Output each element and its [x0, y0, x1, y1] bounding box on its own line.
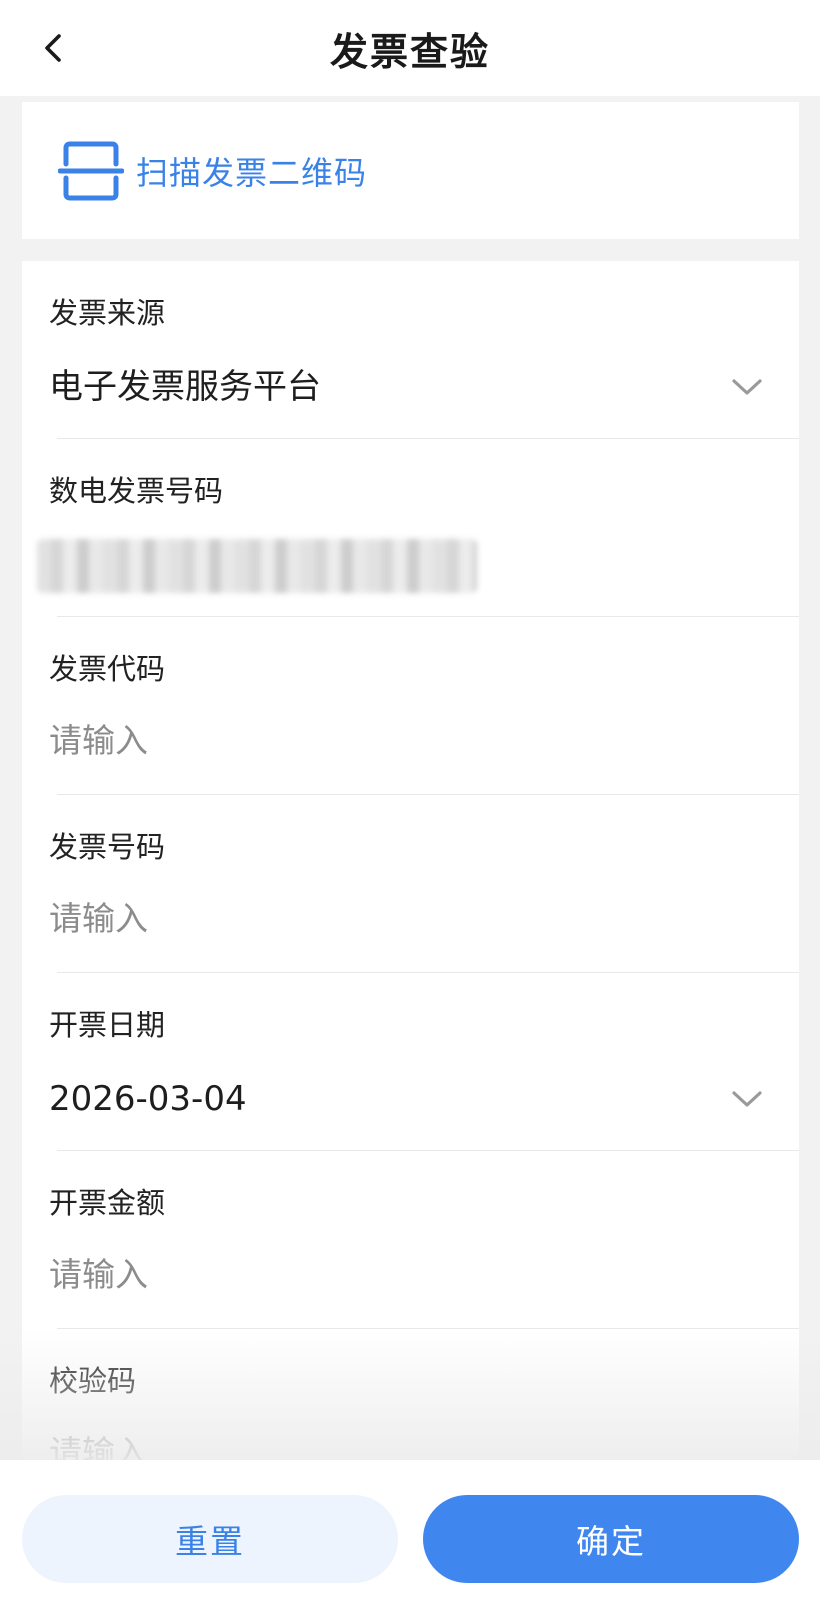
invoice-source-value: 电子发票服务平台 [49, 367, 321, 407]
invoice-verification-page: 发票查验 扫描发票二维码 发票来源 电子发票服务平台 数电发票号码 发票代码 请… [0, 0, 820, 1615]
field-invoice-amount: 开票金额 [22, 1151, 799, 1329]
invoice-form: 发票来源 电子发票服务平台 数电发票号码 发票代码 发票号码 开票日期 [22, 261, 799, 1475]
back-button[interactable] [26, 20, 82, 76]
scan-qr-label: 扫描发票二维码 [136, 153, 368, 192]
invoice-code-input[interactable] [49, 719, 689, 763]
field-invoice-number: 发票号码 [22, 795, 799, 973]
scan-qr-icon [58, 138, 124, 204]
field-label: 发票代码 [49, 652, 166, 686]
chevron-down-icon[interactable] [729, 369, 765, 405]
confirm-button[interactable]: 确定 [423, 1495, 799, 1583]
top-nav-bar: 发票查验 [0, 0, 820, 96]
scan-qr-button[interactable]: 扫描发票二维码 [22, 102, 799, 239]
field-label: 校验码 [49, 1364, 137, 1398]
field-invoice-source[interactable]: 发票来源 电子发票服务平台 [22, 261, 799, 439]
issue-date-value: 2026-03-04 [49, 1079, 247, 1119]
chevron-left-icon [45, 34, 61, 62]
issue-date-picker[interactable]: 2026-03-04 [49, 1077, 799, 1121]
invoice-source-select[interactable]: 电子发票服务平台 [49, 365, 799, 409]
page-title: 发票查验 [329, 29, 490, 74]
field-label: 发票号码 [49, 830, 166, 864]
field-issue-date[interactable]: 开票日期 2026-03-04 [22, 973, 799, 1151]
bottom-action-bar: 重置 确定 [0, 1460, 820, 1615]
invoice-amount-input[interactable] [49, 1253, 689, 1297]
reset-button[interactable]: 重置 [22, 1495, 398, 1583]
digital-invoice-number-input[interactable] [37, 539, 477, 593]
field-label: 开票日期 [49, 1008, 166, 1042]
field-digital-invoice-number: 数电发票号码 [22, 439, 799, 617]
field-invoice-code: 发票代码 [22, 617, 799, 795]
field-label: 发票来源 [49, 296, 166, 330]
field-label: 数电发票号码 [49, 474, 224, 508]
chevron-down-icon[interactable] [729, 1081, 765, 1117]
invoice-number-input[interactable] [49, 897, 689, 941]
field-label: 开票金额 [49, 1186, 166, 1220]
